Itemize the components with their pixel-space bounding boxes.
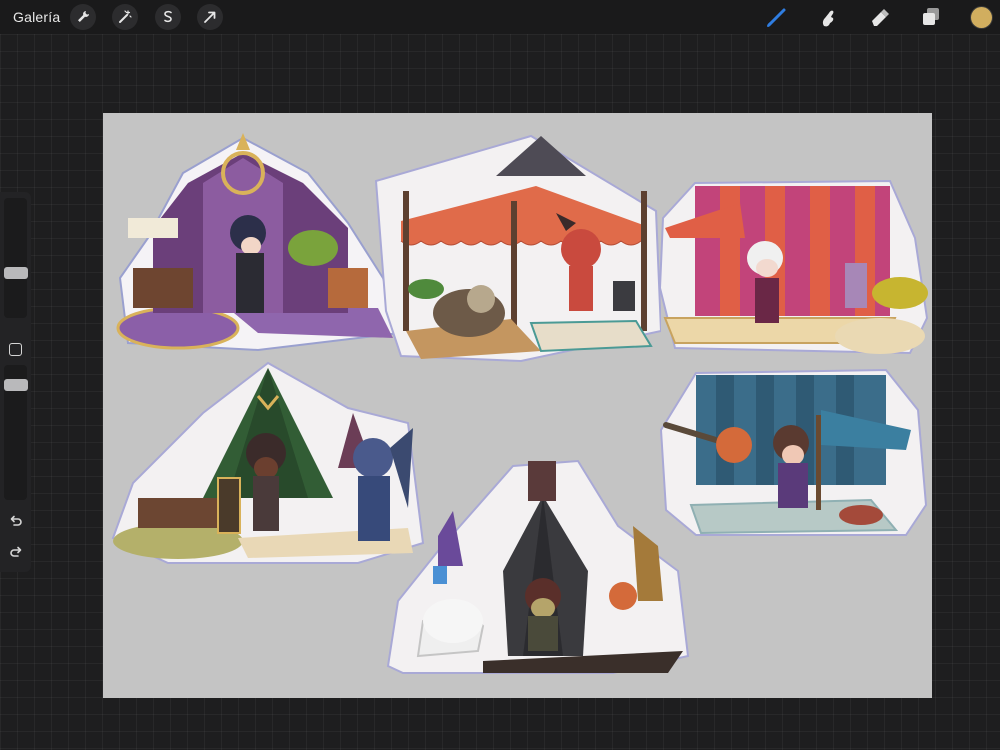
selection-icon[interactable] xyxy=(155,4,181,30)
top-toolbar: Galería xyxy=(0,0,1000,34)
brush-size-slider[interactable] xyxy=(4,198,27,318)
layers-icon[interactable] xyxy=(919,5,943,29)
sticker-dark-tent-githyanki-dog xyxy=(386,459,690,674)
sticker-purple-tent-scholar xyxy=(116,133,402,352)
sticker-red-awning-tiefling-owlbear xyxy=(374,134,661,363)
redo-icon[interactable] xyxy=(7,543,25,561)
sticker-striped-tent-vampire xyxy=(658,179,929,355)
color-swatch[interactable] xyxy=(971,7,992,28)
gallery-button[interactable]: Galería xyxy=(13,9,60,25)
modify-button[interactable] xyxy=(9,343,22,356)
transform-arrow-icon[interactable] xyxy=(197,4,223,30)
left-sidebar xyxy=(0,192,31,572)
undo-icon[interactable] xyxy=(7,512,25,530)
smudge-icon[interactable] xyxy=(816,5,840,29)
brush-size-handle[interactable] xyxy=(4,267,28,279)
drawing-canvas[interactable] xyxy=(103,113,932,698)
eraser-icon[interactable] xyxy=(868,5,892,29)
sticker-blue-tent-wizard xyxy=(659,368,928,536)
brush-icon[interactable] xyxy=(765,5,789,29)
wrench-icon[interactable] xyxy=(70,4,96,30)
sticker-green-tent-cleric-devil xyxy=(111,361,425,564)
opacity-handle[interactable] xyxy=(4,379,28,391)
magic-wand-icon[interactable] xyxy=(112,4,138,30)
